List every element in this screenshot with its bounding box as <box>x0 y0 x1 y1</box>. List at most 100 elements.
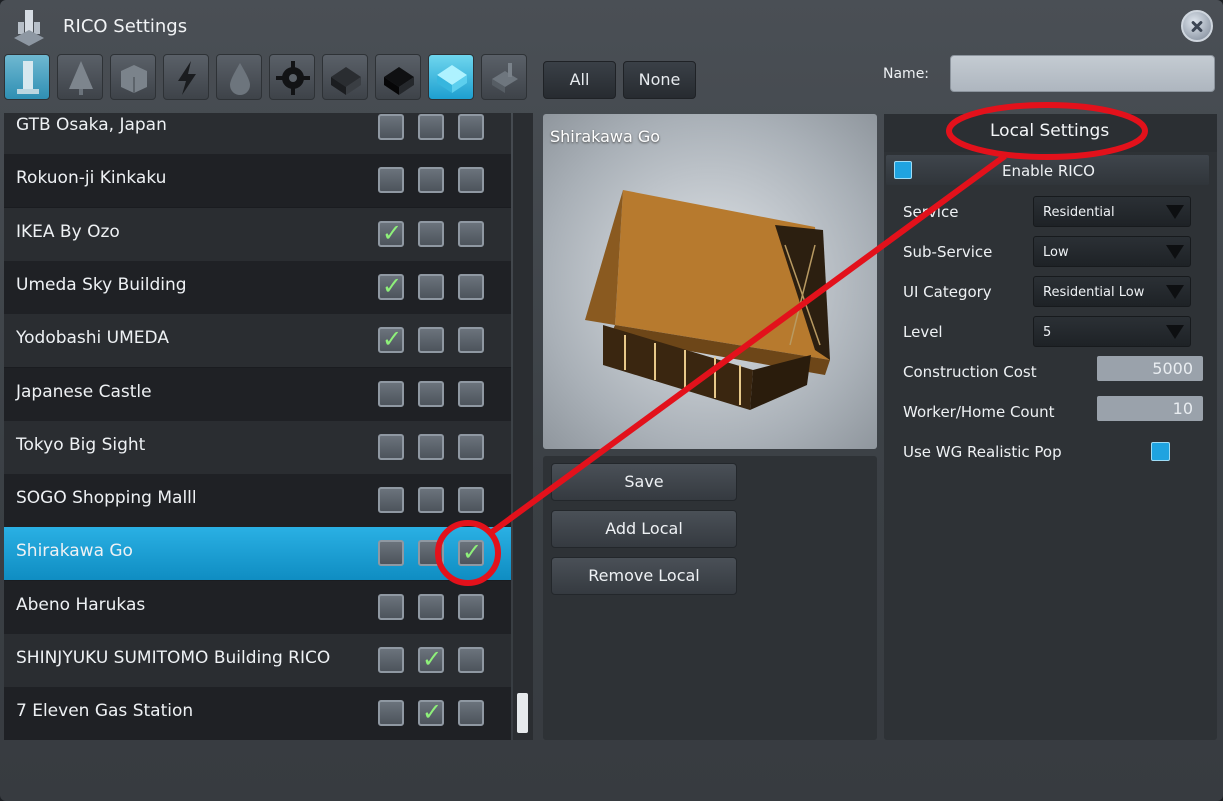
building-checkbox-3[interactable] <box>458 433 484 460</box>
list-item[interactable]: Japanese Castle <box>4 367 511 421</box>
enable-rico-checkbox[interactable] <box>894 161 912 179</box>
building-checkbox-3[interactable] <box>458 327 484 354</box>
building-checkbox-3[interactable] <box>458 273 484 300</box>
list-item[interactable]: Yodobashi UMEDA <box>4 314 511 368</box>
building-checkbox-2[interactable] <box>418 167 444 194</box>
list-item[interactable]: Abeno Harukas <box>4 580 511 634</box>
list-scrollbar[interactable] <box>513 113 533 740</box>
building-checkbox-2[interactable] <box>418 114 444 140</box>
building-checkbox-1[interactable] <box>378 647 404 673</box>
building-checkbox-1[interactable] <box>378 380 404 407</box>
chevron-down-icon <box>1166 325 1184 339</box>
building-name: Rokuon-ji Kinkaku <box>16 168 167 189</box>
building-checkbox-2[interactable] <box>418 540 444 567</box>
enable-rico-label: Enable RICO <box>1002 162 1095 180</box>
building-checkbox-1[interactable] <box>378 325 404 354</box>
building-checkbox-1[interactable] <box>378 219 404 247</box>
service-value: Residential <box>1043 205 1115 220</box>
building-name: SHINJYUKU SUMITOMO Building RICO <box>16 648 331 668</box>
building-list: GTB Osaka, Japan Rokuon-ji Kinkaku IKEA By… <box>4 113 511 740</box>
worker-home-count-field[interactable]: 10 <box>1097 396 1203 421</box>
list-item[interactable]: SOGO Shopping Malll <box>4 474 511 528</box>
worker-home-count-label: Worker/Home Count <box>903 403 1055 421</box>
title-bar: RICO Settings <box>0 0 1223 52</box>
select-none-button[interactable]: None <box>623 61 696 99</box>
use-wg-realistic-pop-checkbox[interactable] <box>1151 442 1170 461</box>
building-checkbox-1[interactable] <box>378 167 404 194</box>
building-checkbox-1[interactable] <box>378 700 404 727</box>
building-checkbox-1[interactable] <box>378 593 404 620</box>
building-name: Umeda Sky Building <box>16 274 187 295</box>
lightning-icon[interactable] <box>163 54 209 100</box>
building-checkbox-2[interactable] <box>418 698 444 727</box>
building-checkbox-1[interactable] <box>378 114 404 140</box>
save-button[interactable]: Save <box>551 463 737 501</box>
chevron-down-icon <box>1166 205 1184 219</box>
level-dropdown[interactable]: 5 <box>1033 316 1191 347</box>
list-item[interactable]: IKEA By Ozo <box>4 207 511 261</box>
sub-service-label: Sub-Service <box>903 243 993 261</box>
level-label: Level <box>903 323 943 341</box>
building-checkbox-1[interactable] <box>378 272 404 300</box>
building-checkbox-3[interactable] <box>458 220 484 247</box>
box-icon[interactable] <box>110 54 156 100</box>
local-settings-title: Local Settings <box>990 121 1110 141</box>
building-icon[interactable] <box>4 54 50 100</box>
service-dropdown[interactable]: Residential <box>1033 196 1191 227</box>
building-checkbox-3[interactable] <box>458 487 484 514</box>
construction-cost-value: 5000 <box>1152 359 1193 378</box>
building-checkbox-2[interactable] <box>418 433 444 460</box>
building-checkbox-2[interactable] <box>418 487 444 514</box>
list-item[interactable]: 7 Eleven Gas Station <box>4 687 511 740</box>
building-checkbox-3[interactable] <box>458 647 484 673</box>
tree-icon[interactable] <box>57 54 103 100</box>
building-checkbox-3[interactable] <box>458 167 484 194</box>
water-drop-icon[interactable] <box>216 54 262 100</box>
building-checkbox-1[interactable] <box>378 540 404 567</box>
building-checkbox-1[interactable] <box>378 487 404 514</box>
building-name: IKEA By Ozo <box>16 221 120 242</box>
select-all-button[interactable]: All <box>543 61 616 99</box>
ui-category-dropdown[interactable]: Residential Low <box>1033 276 1191 307</box>
building-checkbox-2[interactable] <box>418 327 444 354</box>
list-item[interactable]: GTB Osaka, Japan <box>4 113 511 154</box>
list-item[interactable]: Umeda Sky Building <box>4 260 511 314</box>
remove-local-button[interactable]: Remove Local <box>551 557 737 595</box>
building-checkbox-3[interactable] <box>458 593 484 620</box>
list-item[interactable]: Shirakawa Go <box>4 527 511 581</box>
residential-icon[interactable] <box>428 54 474 100</box>
sub-service-dropdown[interactable]: Low <box>1033 236 1191 267</box>
chevron-down-icon <box>1166 285 1184 299</box>
building-checkbox-2[interactable] <box>418 645 444 673</box>
close-icon[interactable] <box>1181 10 1213 42</box>
building-checkbox-3[interactable] <box>458 700 484 727</box>
list-item[interactable]: SHINJYUKU SUMITOMO Building RICO <box>4 634 511 687</box>
window-title: RICO Settings <box>63 16 188 37</box>
name-input[interactable] <box>950 55 1215 92</box>
building-name: Yodobashi UMEDA <box>16 328 169 349</box>
building-checkbox-2[interactable] <box>418 273 444 300</box>
office-icon[interactable] <box>322 54 368 100</box>
industry-icon[interactable] <box>375 54 421 100</box>
building-checkbox-2[interactable] <box>418 220 444 247</box>
add-local-button[interactable]: Add Local <box>551 510 737 548</box>
worker-home-count-value: 10 <box>1172 399 1193 418</box>
use-wg-realistic-pop-label: Use WG Realistic Pop <box>903 443 1062 461</box>
building-checkbox-3[interactable] <box>458 538 484 567</box>
service-label: Service <box>903 203 959 221</box>
ui-category-label: UI Category <box>903 283 992 301</box>
building-checkbox-2[interactable] <box>418 380 444 407</box>
list-item[interactable]: Tokyo Big Sight <box>4 420 511 474</box>
list-item[interactable]: Rokuon-ji Kinkaku <box>4 154 511 208</box>
construction-cost-field[interactable]: 5000 <box>1097 356 1203 381</box>
building-checkbox-3[interactable] <box>458 114 484 140</box>
building-name: Tokyo Big Sight <box>16 434 146 455</box>
building-name: Japanese Castle <box>16 381 152 402</box>
building-checkbox-2[interactable] <box>418 593 444 620</box>
building-checkbox-3[interactable] <box>458 380 484 407</box>
building-checkbox-1[interactable] <box>378 433 404 460</box>
extractor-icon[interactable] <box>481 54 527 100</box>
rico-settings-window: RICO Settings All None Name: GTB Osaka, … <box>0 0 1223 801</box>
scroll-thumb[interactable] <box>517 693 528 733</box>
gear-icon[interactable] <box>269 54 315 100</box>
